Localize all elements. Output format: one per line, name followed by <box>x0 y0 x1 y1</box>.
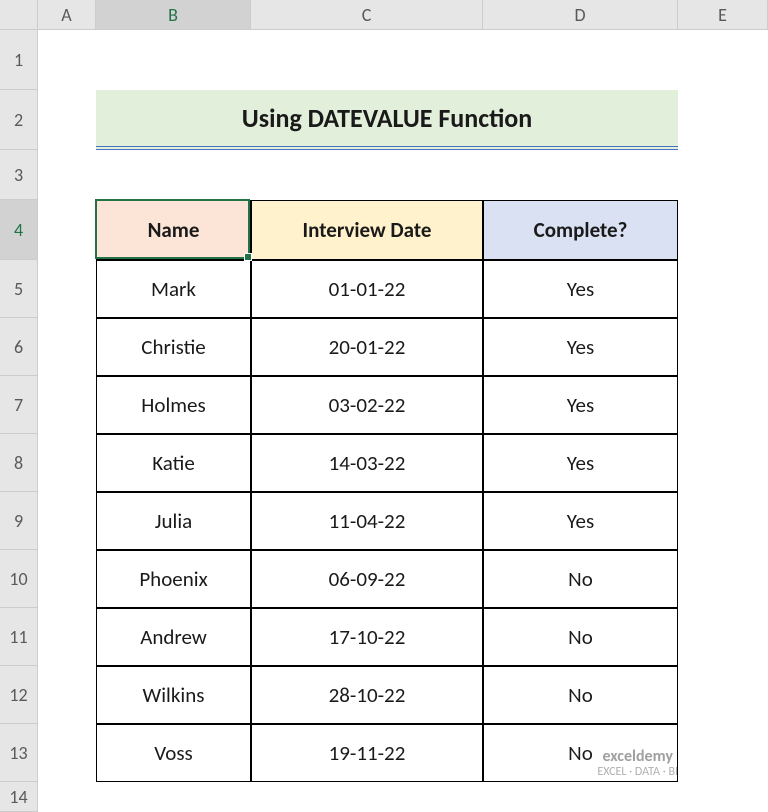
row-header-4[interactable]: 4 <box>0 200 38 260</box>
spreadsheet-grid: ABCDE 1234567891011121314 Using DATEVALU… <box>0 0 768 791</box>
cell-name-5[interactable]: Phoenix <box>96 550 251 608</box>
cell-complete-5[interactable]: No <box>483 550 678 608</box>
cell-date-1[interactable]: 20-01-22 <box>251 318 483 376</box>
row-header-6[interactable]: 6 <box>0 318 38 376</box>
row-header-9[interactable]: 9 <box>0 492 38 550</box>
cell-date-3[interactable]: 14-03-22 <box>251 434 483 492</box>
cell-name-8[interactable]: Voss <box>96 724 251 782</box>
cell-name-1[interactable]: Christie <box>96 318 251 376</box>
col-header-A[interactable]: A <box>38 0 96 30</box>
cell-complete-6[interactable]: No <box>483 608 678 666</box>
row-header-12[interactable]: 12 <box>0 666 38 724</box>
cell-date-6[interactable]: 17-10-22 <box>251 608 483 666</box>
row-header-11[interactable]: 11 <box>0 608 38 666</box>
row-headers: 1234567891011121314 <box>0 30 38 812</box>
cell-name-6[interactable]: Andrew <box>96 608 251 666</box>
watermark-tagline: EXCEL · DATA · BI <box>597 766 678 779</box>
row-header-1[interactable]: 1 <box>0 30 38 90</box>
row-header-13[interactable]: 13 <box>0 724 38 782</box>
cell-name-2[interactable]: Holmes <box>96 376 251 434</box>
cell-date-2[interactable]: 03-02-22 <box>251 376 483 434</box>
cell-complete-0[interactable]: Yes <box>483 260 678 318</box>
row-header-8[interactable]: 8 <box>0 434 38 492</box>
header-name[interactable]: Name <box>96 200 251 260</box>
row-header-14[interactable]: 14 <box>0 782 38 812</box>
cell-complete-2[interactable]: Yes <box>483 376 678 434</box>
cell-date-8[interactable]: 19-11-22 <box>251 724 483 782</box>
col-header-B[interactable]: B <box>96 0 251 30</box>
col-header-C[interactable]: C <box>251 0 483 30</box>
cell-date-0[interactable]: 01-01-22 <box>251 260 483 318</box>
col-header-E[interactable]: E <box>678 0 768 30</box>
cell-name-7[interactable]: Wilkins <box>96 666 251 724</box>
cell-date-5[interactable]: 06-09-22 <box>251 550 483 608</box>
cell-name-3[interactable]: Katie <box>96 434 251 492</box>
cell-complete-3[interactable]: Yes <box>483 434 678 492</box>
cell-date-7[interactable]: 28-10-22 <box>251 666 483 724</box>
row-header-2[interactable]: 2 <box>0 90 38 150</box>
header-date[interactable]: Interview Date <box>251 200 483 260</box>
row-header-7[interactable]: 7 <box>0 376 38 434</box>
row-header-3[interactable]: 3 <box>0 150 38 200</box>
watermark: exceldemy EXCEL · DATA · BI <box>597 748 678 779</box>
row-header-10[interactable]: 10 <box>0 550 38 608</box>
column-headers: ABCDE <box>38 0 768 30</box>
cell-date-4[interactable]: 11-04-22 <box>251 492 483 550</box>
title-cell[interactable]: Using DATEVALUE Function <box>96 90 678 150</box>
select-all-corner[interactable] <box>0 0 38 30</box>
cell-name-0[interactable]: Mark <box>96 260 251 318</box>
watermark-brand: exceldemy <box>597 748 678 766</box>
cell-complete-4[interactable]: Yes <box>483 492 678 550</box>
row-header-5[interactable]: 5 <box>0 260 38 318</box>
col-header-D[interactable]: D <box>483 0 678 30</box>
cell-name-4[interactable]: Julia <box>96 492 251 550</box>
cell-complete-7[interactable]: No <box>483 666 678 724</box>
cell-complete-1[interactable]: Yes <box>483 318 678 376</box>
header-complete[interactable]: Complete? <box>483 200 678 260</box>
